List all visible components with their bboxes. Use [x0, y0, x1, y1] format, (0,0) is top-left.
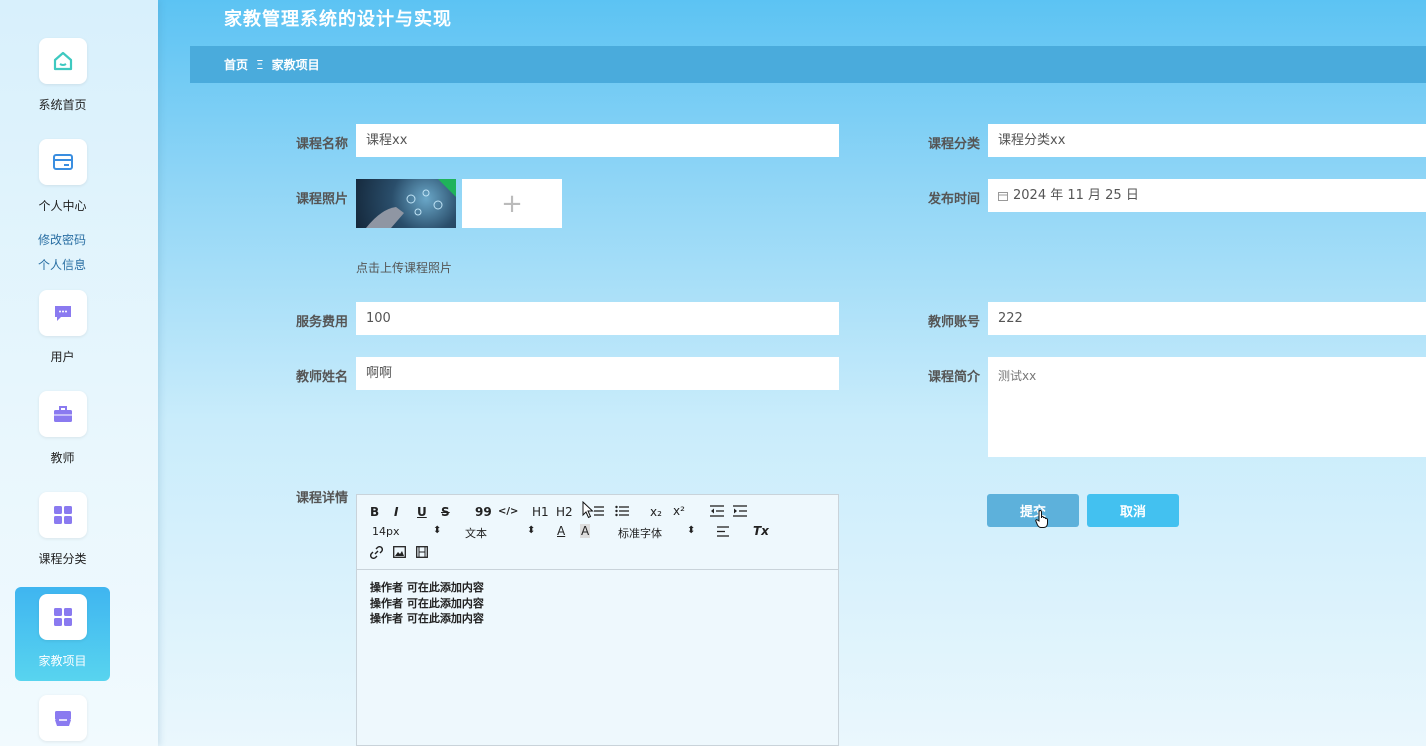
sidebar-item-label: 课程分类 — [38, 552, 87, 566]
grid-icon — [38, 492, 87, 538]
font-color-button[interactable]: A — [557, 524, 565, 538]
service-fee-label: 服务费用 — [295, 315, 348, 330]
service-fee-input[interactable]: 100 — [356, 302, 839, 335]
publish-time-picker[interactable]: 2024 年 11 月 25 日 — [988, 179, 1426, 212]
font-size-select[interactable]: 14px — [372, 525, 400, 538]
editor-toolbar: B I U S 99 </> H1 H2 x₂ x² 14px ⬍ 文本 ⬍ A… — [357, 495, 838, 570]
sidebar-item-label: 系统首页 — [38, 98, 87, 112]
breadcrumb-current: 家教项目 — [271, 58, 320, 72]
sidebar-item-label: 个人中心 — [38, 199, 87, 213]
app-title: 家教管理系统的设计与实现 — [224, 9, 452, 30]
teacher-name-input[interactable]: 啊啊 — [356, 357, 839, 390]
teacher-name-label: 教师姓名 — [295, 370, 348, 385]
chevron-updown-icon: ⬍ — [433, 525, 442, 536]
breadcrumb-home[interactable]: 首页 — [224, 56, 248, 73]
course-name-label: 课程名称 — [295, 137, 348, 152]
cancel-button[interactable]: 取消 — [1087, 494, 1179, 527]
text-type-select[interactable]: 文本 — [465, 525, 487, 541]
sidebar-item-personal-center[interactable]: 个人中心 — [15, 139, 110, 214]
sidebar-item-more[interactable] — [15, 695, 110, 741]
course-photo-thumbnail[interactable] — [356, 179, 456, 228]
code-button[interactable]: </> — [498, 506, 518, 517]
sidebar-item-home[interactable]: 系统首页 — [15, 38, 110, 113]
card-icon — [38, 139, 87, 185]
sidebar-item-tutoring-projects[interactable]: 家教项目 — [15, 587, 110, 681]
publish-time-label: 发布时间 — [927, 192, 980, 207]
course-category-input[interactable]: 课程分类xx — [988, 124, 1426, 157]
image-icon[interactable] — [393, 546, 406, 561]
breadcrumb-separator: Ξ — [256, 57, 264, 72]
briefcase-icon — [38, 391, 87, 437]
chat-icon — [38, 290, 87, 336]
teacher-account-input[interactable]: 222 — [988, 302, 1426, 335]
sidebar-subitem-change-password[interactable]: 修改密码 — [38, 231, 86, 248]
strike-button[interactable]: S — [441, 505, 450, 519]
publish-time-value: 2024 年 11 月 25 日 — [1013, 188, 1139, 203]
sidebar-item-course-category[interactable]: 课程分类 — [15, 492, 110, 567]
sidebar-item-teachers[interactable]: 教师 — [15, 391, 110, 466]
teacher-account-label: 教师账号 — [927, 315, 980, 330]
submit-button[interactable]: 提交 — [987, 494, 1079, 527]
chevron-updown-icon: ⬍ — [687, 525, 696, 536]
sidebar-subitem-personal-info[interactable]: 个人信息 — [38, 256, 86, 273]
photo-corner-badge — [438, 179, 456, 197]
home-icon — [38, 38, 87, 84]
course-detail-label: 课程详情 — [295, 491, 348, 506]
editor-line: 操作者 可在此添加内容 — [370, 612, 484, 625]
h1-button[interactable]: H1 — [532, 505, 549, 519]
font-family-select[interactable]: 标准字体 — [618, 525, 662, 541]
editor-content-area[interactable]: 操作者 可在此添加内容 操作者 可在此添加内容 操作者 可在此添加内容 — [357, 570, 838, 637]
bold-button[interactable]: B — [370, 505, 379, 519]
sidebar-item-label: 教师 — [50, 451, 75, 465]
course-category-label: 课程分类 — [927, 137, 980, 152]
link-icon[interactable] — [369, 545, 384, 562]
bullet-list-icon[interactable] — [615, 505, 629, 520]
h2-button[interactable]: H2 — [556, 505, 573, 519]
course-name-input[interactable]: 课程xx — [356, 124, 839, 157]
indent-icon[interactable] — [733, 505, 747, 520]
quote-button[interactable]: 99 — [475, 505, 492, 519]
video-icon[interactable] — [416, 546, 428, 561]
calendar-icon — [998, 191, 1008, 201]
upload-hint: 点击上传课程照片 — [356, 261, 453, 275]
sidebar-item-label: 家教项目 — [38, 654, 87, 668]
course-intro-label: 课程简介 — [927, 370, 980, 385]
underline-button[interactable]: U — [417, 505, 427, 519]
editor-line: 操作者 可在此添加内容 — [370, 581, 484, 594]
sidebar-item-users[interactable]: 用户 — [15, 290, 110, 365]
inbox-icon — [38, 695, 87, 741]
clear-format-button[interactable]: Tx — [753, 524, 769, 538]
background-color-button[interactable]: A — [580, 524, 591, 538]
editor-line: 操作者 可在此添加内容 — [370, 596, 484, 610]
outdent-icon[interactable] — [710, 505, 724, 520]
rich-text-editor: B I U S 99 </> H1 H2 x₂ x² 14px ⬍ 文本 ⬍ A… — [356, 494, 839, 746]
sidebar: 系统首页 个人中心 修改密码 个人信息 用户 教师 课程分类 家教项目 — [0, 0, 158, 746]
sidebar-item-label: 用户 — [50, 350, 75, 364]
upload-add-button[interactable]: + — [462, 179, 562, 228]
course-photo-label: 课程照片 — [295, 192, 348, 207]
italic-button[interactable]: I — [394, 505, 398, 519]
course-intro-textarea[interactable]: 测试xx — [988, 357, 1426, 457]
align-icon[interactable] — [717, 526, 729, 540]
breadcrumb: 首页 Ξ 家教项目 — [190, 46, 1426, 83]
grid-icon — [38, 594, 87, 640]
superscript-button[interactable]: x² — [673, 504, 685, 518]
chevron-updown-icon: ⬍ — [527, 525, 536, 536]
subscript-button[interactable]: x₂ — [650, 505, 662, 519]
